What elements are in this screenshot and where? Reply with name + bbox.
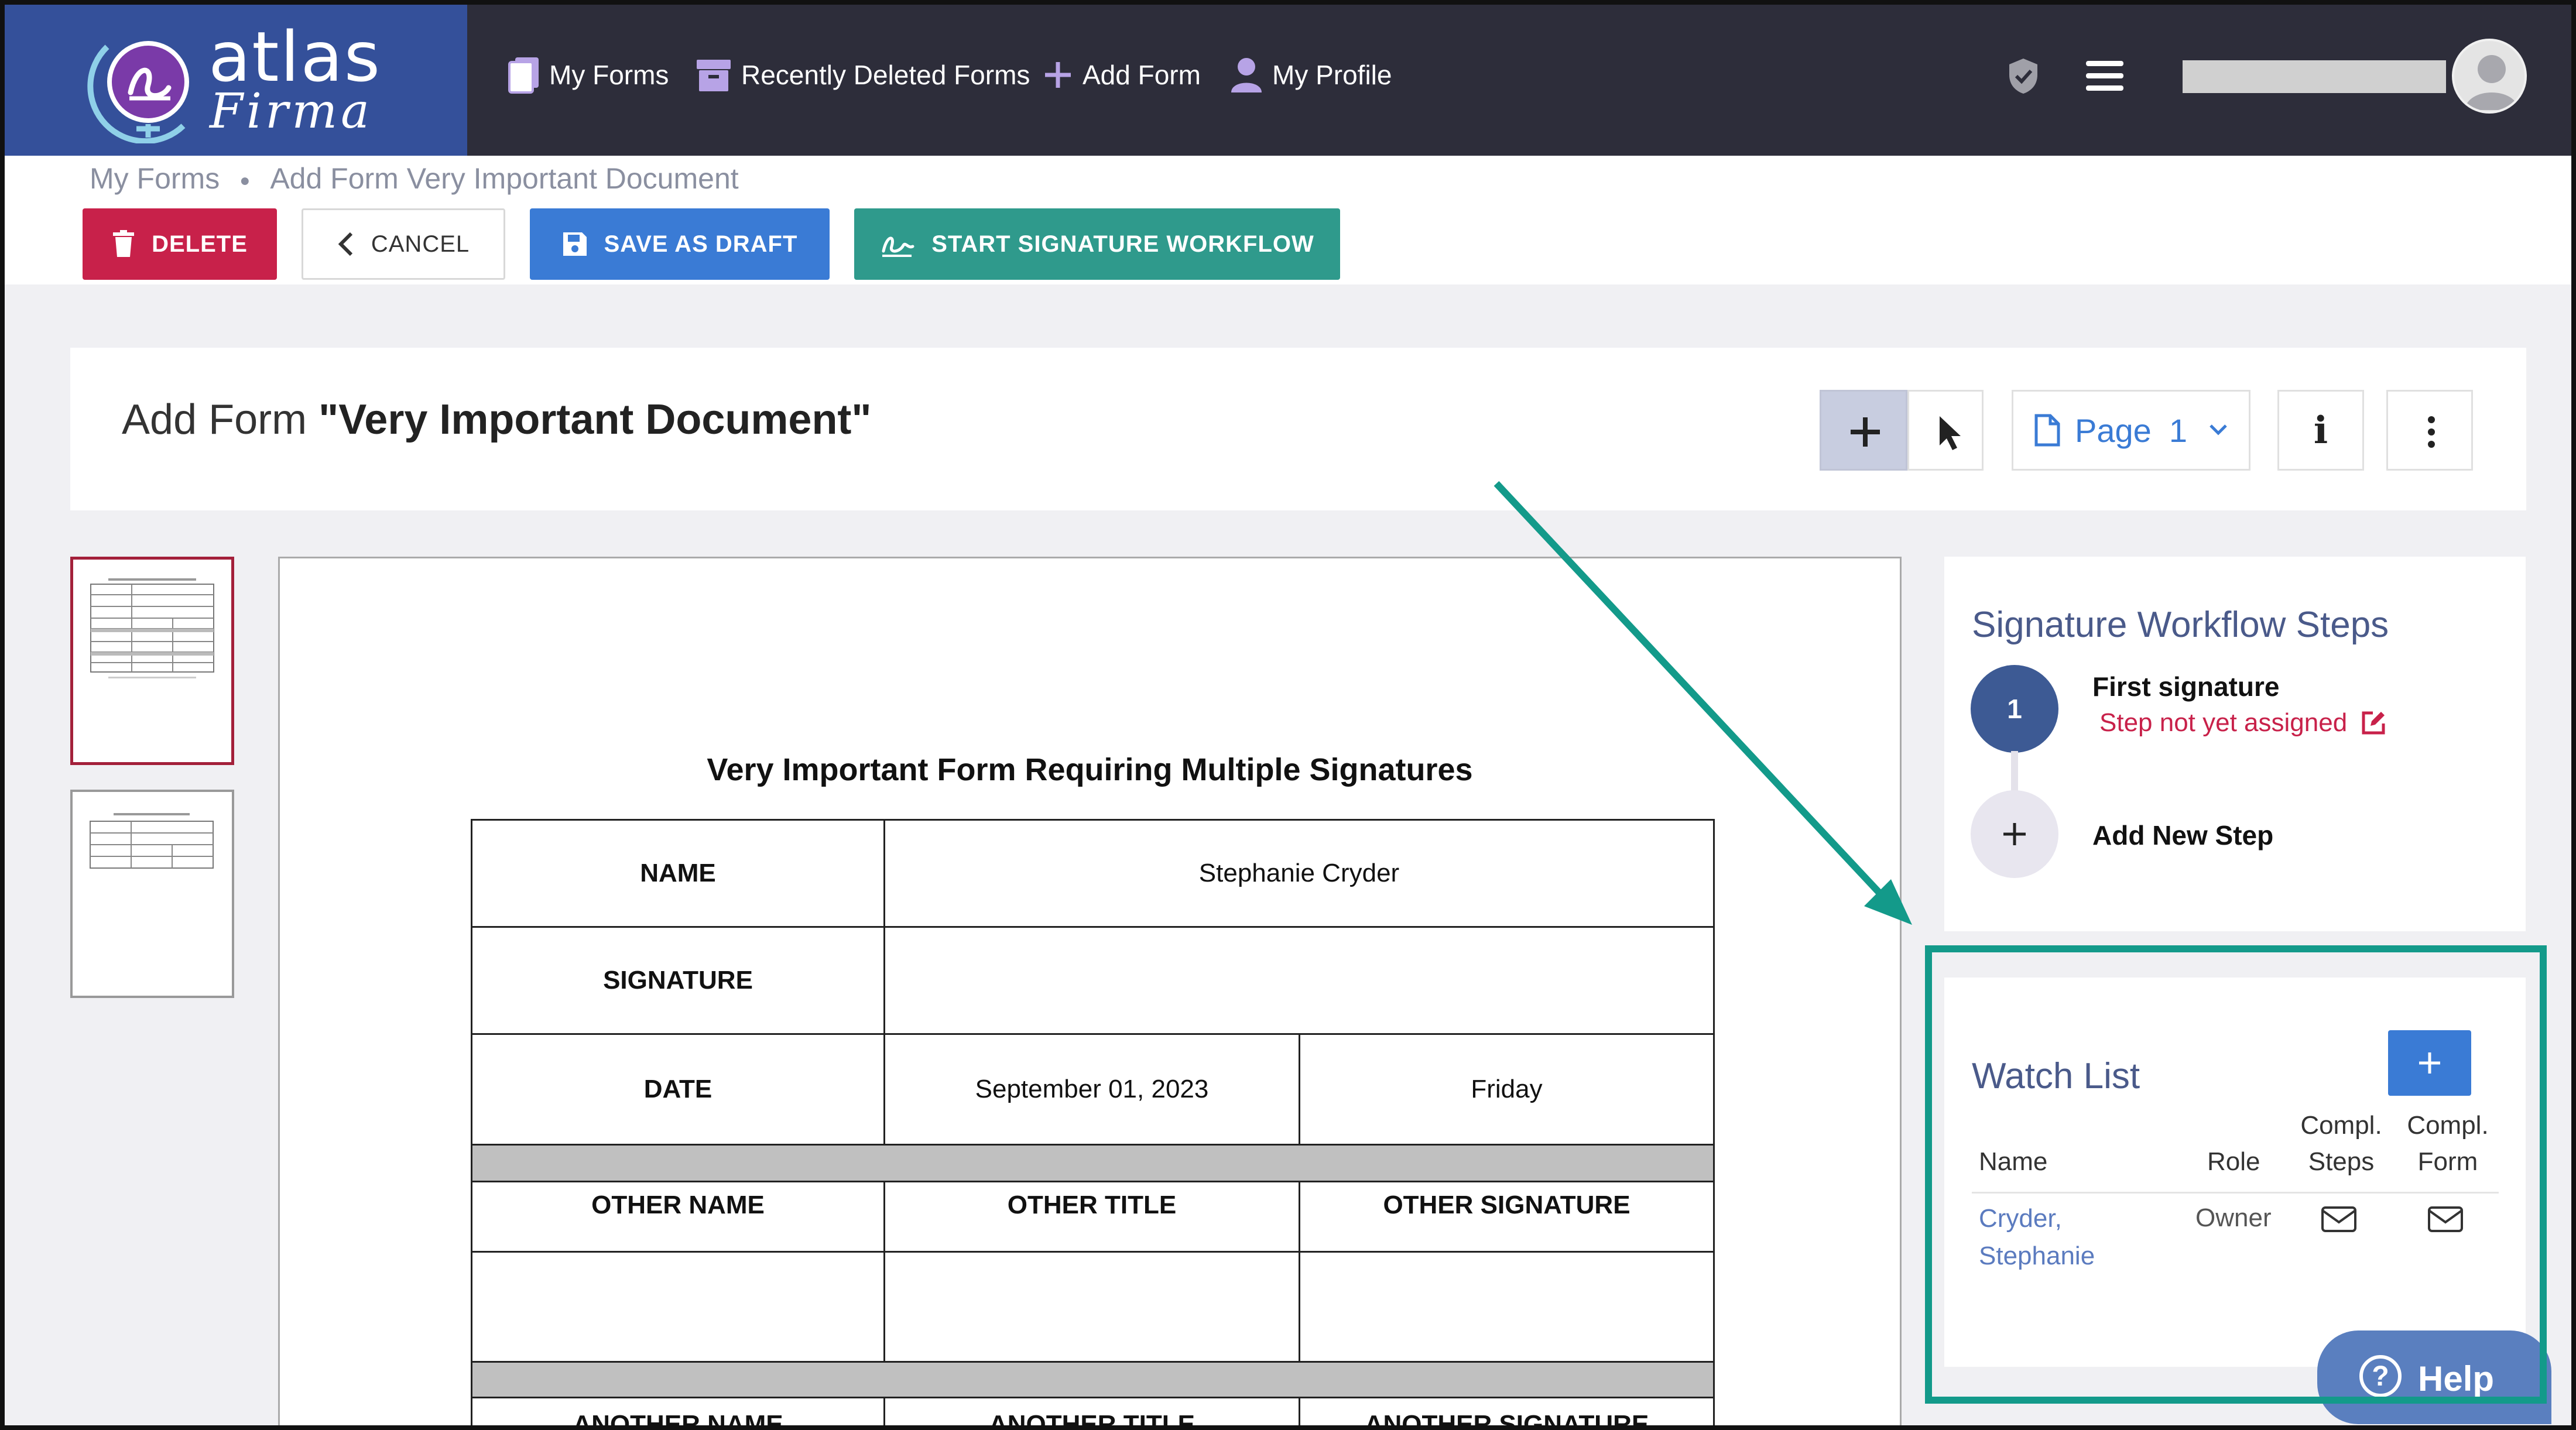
avatar[interactable] [2452, 39, 2527, 114]
shield-icon[interactable] [2006, 56, 2041, 96]
date-label-cell: DATE [471, 1033, 885, 1146]
nav-add-form[interactable]: Add Form [1043, 52, 1201, 98]
archive-icon [697, 60, 731, 91]
other-name-value-cell[interactable] [471, 1251, 885, 1363]
select-tool-button[interactable] [1907, 390, 1984, 471]
add-step-button[interactable] [1971, 790, 2058, 878]
breadcrumb: My Forms ● Add Form Very Important Documen… [90, 162, 739, 196]
cancel-button[interactable]: CANCEL [302, 208, 505, 280]
thumbnail-preview [90, 578, 214, 678]
page-icon [2034, 414, 2060, 447]
step-status-text: Step not yet assigned [2099, 708, 2348, 737]
signature-value-cell[interactable] [883, 926, 1715, 1035]
page-title: Add Form "Very Important Document" [122, 396, 872, 444]
add-field-tool-button[interactable] [1820, 390, 1907, 471]
thumbnail-preview [90, 813, 214, 869]
page-selector[interactable]: Page 1 [2012, 390, 2250, 471]
separator-row [471, 1144, 1715, 1182]
nav-my-profile[interactable]: My Profile [1230, 52, 1392, 98]
add-new-step-label[interactable]: Add New Step [2092, 819, 2273, 851]
title-prefix: Add Form [122, 396, 319, 443]
start-workflow-label: START SIGNATURE WORKFLOW [931, 231, 1314, 257]
workflow-title: Signature Workflow Steps [1972, 605, 2389, 645]
chevron-left-icon [338, 232, 352, 256]
other-title-label-cell: OTHER TITLE [883, 1181, 1300, 1253]
cancel-label: CANCEL [371, 231, 470, 257]
other-signature-value-cell[interactable] [1299, 1251, 1715, 1363]
signature-icon [882, 236, 914, 257]
page-label: Page [2075, 411, 2152, 449]
more-options-button[interactable] [2386, 390, 2473, 471]
trash-icon [113, 230, 135, 257]
nav-label: My Profile [1272, 60, 1392, 90]
username-redacted [2183, 60, 2446, 93]
start-signature-workflow-button[interactable]: START SIGNATURE WORKFLOW [854, 208, 1340, 280]
info-button[interactable]: i [2277, 390, 2364, 471]
breadcrumb-current: Add Form Very Important Document [270, 162, 739, 195]
breadcrumb-my-forms[interactable]: My Forms [90, 162, 220, 195]
another-name-label-cell: ANOTHER NAME [471, 1397, 885, 1425]
delete-button[interactable]: DELETE [83, 208, 277, 280]
plus-icon [2003, 823, 2026, 845]
other-name-label-cell: OTHER NAME [471, 1181, 885, 1253]
title-form-name: "Very Important Document" [318, 396, 872, 443]
signature-label-cell: SIGNATURE [471, 926, 885, 1035]
step-name: First signature [2092, 671, 2280, 702]
nav-label: Add Form [1083, 60, 1201, 90]
name-label-cell: NAME [471, 819, 885, 928]
date-value-cell[interactable]: September 01, 2023 [883, 1033, 1300, 1146]
delete-label: DELETE [152, 231, 248, 257]
breadcrumb-separator: ● [239, 170, 251, 190]
page-thumbnail-2[interactable] [70, 790, 234, 998]
save-icon [563, 232, 587, 256]
page-number: 1 [2169, 411, 2187, 449]
step-connector [2011, 751, 2018, 792]
another-signature-label-cell: ANOTHER SIGNATURE [1299, 1397, 1715, 1425]
info-icon: i [2313, 408, 2328, 452]
user-icon [1231, 58, 1262, 92]
avatar-icon [2465, 55, 2519, 110]
edit-icon[interactable] [2360, 709, 2387, 736]
globe-logo-icon [87, 41, 189, 143]
document-page[interactable]: Very Important Form Requiring Multiple S… [278, 557, 1902, 1425]
top-navbar: atlas Firma My Forms Recently Deleted Fo… [5, 5, 2571, 156]
nav-my-forms[interactable]: My Forms [507, 52, 669, 98]
save-as-draft-button[interactable]: SAVE AS DRAFT [530, 208, 830, 280]
nav-label: Recently Deleted Forms [741, 60, 1030, 90]
other-title-value-cell[interactable] [883, 1251, 1300, 1363]
other-signature-label-cell: OTHER SIGNATURE [1299, 1181, 1715, 1253]
name-value-cell[interactable]: Stephanie Cryder [883, 819, 1715, 928]
chevron-down-icon [2210, 424, 2227, 435]
step-number-badge[interactable]: 1 [1971, 665, 2058, 753]
more-vertical-icon [2428, 416, 2435, 448]
plus-icon [1851, 417, 1880, 447]
nav-label: My Forms [549, 60, 669, 90]
watch-list-highlight-box [1925, 945, 2547, 1404]
separator-row [471, 1361, 1715, 1398]
save-as-draft-label: SAVE AS DRAFT [604, 231, 798, 257]
page-thumbnail-1[interactable] [70, 557, 234, 765]
logo-subtext: Firma [210, 84, 373, 139]
step-status[interactable]: Step not yet assigned [2099, 708, 2387, 738]
day-value-cell[interactable]: Friday [1299, 1033, 1715, 1146]
forms-icon [508, 57, 539, 94]
document-title: Very Important Form Requiring Multiple S… [707, 752, 1473, 787]
app-window: atlas Firma My Forms Recently Deleted Fo… [0, 0, 2576, 1430]
another-title-label-cell: ANOTHER TITLE [883, 1397, 1300, 1425]
plus-icon [1045, 62, 1071, 88]
cursor-icon [1940, 416, 1961, 450]
logo[interactable]: atlas Firma [5, 5, 467, 156]
nav-recently-deleted[interactable]: Recently Deleted Forms [696, 52, 1030, 98]
menu-icon[interactable] [2086, 61, 2123, 91]
